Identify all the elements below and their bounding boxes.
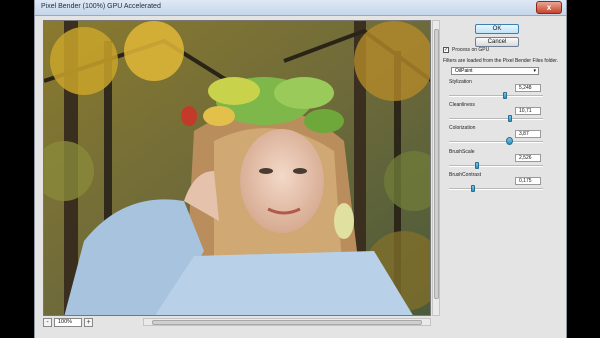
process-on-gpu-label: Process on GPU bbox=[452, 47, 490, 53]
zoom-in-button[interactable]: + bbox=[84, 318, 93, 327]
slider-handle[interactable] bbox=[475, 162, 480, 169]
param-cleanliness: Cleanliness 10,71 bbox=[449, 102, 543, 124]
chevron-down-icon: ▾ bbox=[533, 68, 536, 74]
param-label: Cleanliness bbox=[449, 102, 475, 108]
param-colorization: Colorization 3,87 bbox=[449, 125, 543, 147]
filter-select[interactable]: OilPaint ▾ bbox=[451, 67, 539, 75]
window-title: Pixel Bender (100%) GPU Accelerated bbox=[41, 3, 161, 10]
param-label: Colorization bbox=[449, 125, 476, 131]
slider-track[interactable] bbox=[449, 188, 543, 190]
slider-track[interactable] bbox=[449, 95, 543, 97]
slider-handle[interactable] bbox=[506, 137, 514, 145]
title-bar[interactable]: Pixel Bender (100%) GPU Accelerated x bbox=[35, 0, 566, 16]
slider-track[interactable] bbox=[449, 141, 543, 143]
close-icon: x bbox=[546, 3, 552, 12]
process-on-gpu-checkbox[interactable]: ✓ bbox=[443, 47, 449, 53]
slider-track[interactable] bbox=[449, 118, 543, 120]
horizontal-scroll-thumb[interactable] bbox=[152, 320, 422, 325]
slider-handle[interactable] bbox=[508, 115, 513, 122]
slider-handle[interactable] bbox=[470, 185, 475, 192]
zoom-level-field[interactable]: 100% bbox=[54, 318, 82, 327]
param-value-field[interactable]: 2,526 bbox=[515, 154, 541, 162]
param-brushcontrast: BrushContrast 0,175 bbox=[449, 172, 543, 194]
cancel-button[interactable]: Cancel bbox=[475, 37, 519, 47]
param-label: BrushContrast bbox=[449, 172, 481, 178]
ok-button[interactable]: OK bbox=[475, 24, 519, 34]
param-label: BrushScale bbox=[449, 149, 475, 155]
horizontal-scrollbar[interactable] bbox=[143, 318, 431, 326]
param-stylization: Stylization 5,248 bbox=[449, 79, 543, 101]
param-value-field[interactable]: 3,87 bbox=[515, 130, 541, 138]
param-value-field[interactable]: 0,175 bbox=[515, 177, 541, 185]
slider-track[interactable] bbox=[449, 165, 543, 167]
param-value-field[interactable]: 5,248 bbox=[515, 84, 541, 92]
param-value-field[interactable]: 10,71 bbox=[515, 107, 541, 115]
filters-folder-note: Filters are loaded from the Pixel Bender… bbox=[443, 58, 559, 64]
filter-select-value: OilPaint bbox=[455, 68, 473, 74]
preview-image bbox=[44, 21, 430, 315]
close-button[interactable]: x bbox=[536, 1, 562, 14]
vertical-scrollbar[interactable] bbox=[432, 20, 440, 316]
process-on-gpu-row: ✓ Process on GPU bbox=[443, 47, 489, 53]
pixel-bender-dialog: Pixel Bender (100%) GPU Accelerated x - … bbox=[34, 0, 567, 338]
param-brushscale: BrushScale 2,526 bbox=[449, 149, 543, 171]
zoom-controls: - 100% + bbox=[43, 318, 93, 327]
param-label: Stylization bbox=[449, 79, 472, 85]
zoom-out-button[interactable]: - bbox=[43, 318, 52, 327]
slider-handle[interactable] bbox=[503, 92, 508, 99]
vertical-scroll-thumb[interactable] bbox=[434, 29, 439, 299]
preview-canvas[interactable] bbox=[43, 20, 431, 316]
